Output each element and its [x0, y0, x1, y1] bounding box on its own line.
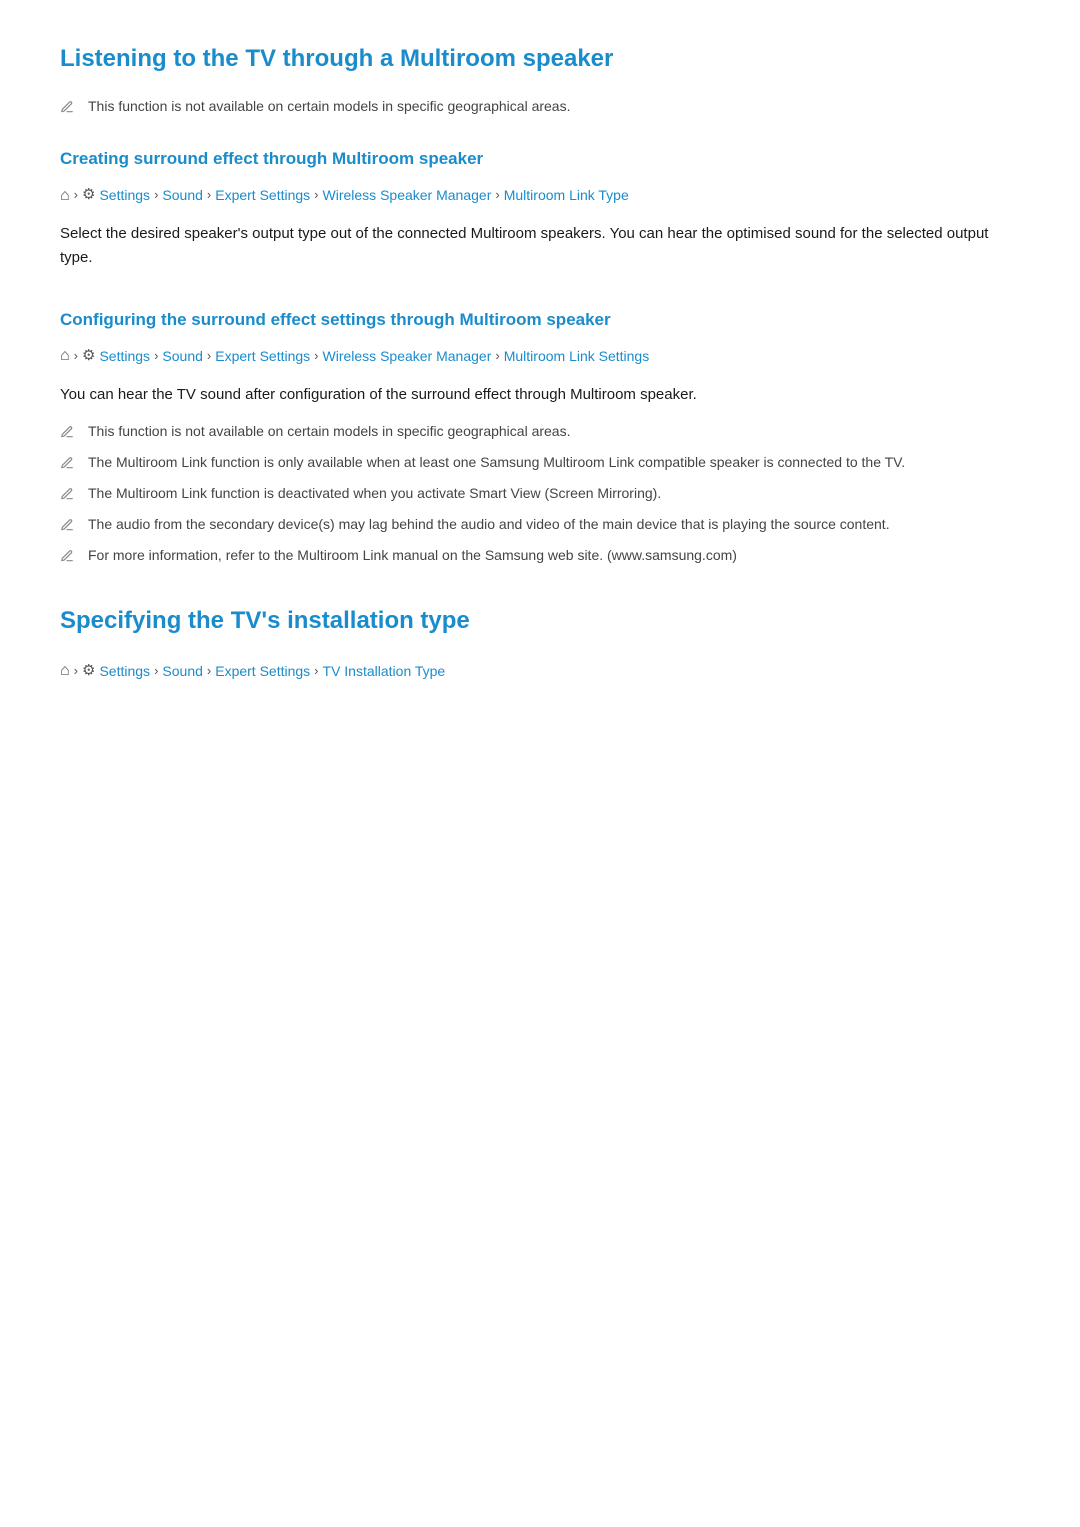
breadcrumb-sep4: ›	[314, 185, 318, 206]
breadcrumb-tv-installation-type[interactable]: TV Installation Type	[323, 660, 446, 682]
creating-surround-subsection: Creating surround effect through Multiro…	[60, 145, 1020, 270]
breadcrumb-sep3b: ›	[207, 346, 211, 367]
note-more-info: For more information, refer to the Multi…	[60, 545, 1020, 566]
note-more-info-text: For more information, refer to the Multi…	[88, 545, 737, 566]
installation-breadcrumb: ⌂ › ⚙ Settings › Sound › Expert Settings…	[60, 658, 1020, 684]
breadcrumb-sep5b: ›	[495, 346, 499, 367]
breadcrumb-expert-settings-3[interactable]: Expert Settings	[215, 660, 310, 682]
note-pencil-icon	[60, 98, 78, 116]
creating-surround-title: Creating surround effect through Multiro…	[60, 145, 1020, 172]
breadcrumb-sep3c: ›	[207, 661, 211, 682]
breadcrumb-sep2b: ›	[154, 346, 158, 367]
creating-surround-body: Select the desired speaker's output type…	[60, 222, 1020, 270]
configuring-surround-body: You can hear the TV sound after configur…	[60, 383, 1020, 407]
note-unavailable: This function is not available on certai…	[60, 421, 1020, 442]
note-lag: The audio from the secondary device(s) m…	[60, 514, 1020, 535]
listening-title: Listening to the TV through a Multiroom …	[60, 40, 1020, 78]
breadcrumb-settings-2[interactable]: Settings	[99, 345, 150, 367]
note-deactivated: The Multiroom Link function is deactivat…	[60, 483, 1020, 504]
breadcrumb-sep5: ›	[495, 185, 499, 206]
breadcrumb-settings-gear-icon-3: ⚙	[82, 659, 95, 683]
breadcrumb-sep1: ›	[74, 185, 78, 206]
breadcrumb-sound-3[interactable]: Sound	[162, 660, 202, 682]
breadcrumb-wireless-speaker-manager-2[interactable]: Wireless Speaker Manager	[323, 345, 492, 367]
breadcrumb-sep2: ›	[154, 185, 158, 206]
installation-section: Specifying the TV's installation type ⌂ …	[60, 602, 1020, 684]
note-pencil-icon-5	[60, 516, 78, 534]
creating-surround-breadcrumb: ⌂ › ⚙ Settings › Sound › Expert Settings…	[60, 183, 1020, 209]
breadcrumb-multiroom-link-type[interactable]: Multiroom Link Type	[504, 184, 629, 206]
note-availability: This function is not available on certai…	[60, 96, 1020, 117]
installation-title: Specifying the TV's installation type	[60, 602, 1020, 640]
breadcrumb-sep3: ›	[207, 185, 211, 206]
breadcrumb-sep4c: ›	[314, 661, 318, 682]
note-pencil-icon-4	[60, 485, 78, 503]
note-pencil-icon-6	[60, 547, 78, 565]
breadcrumb-sep4b: ›	[314, 346, 318, 367]
breadcrumb-sound-2[interactable]: Sound	[162, 345, 202, 367]
note-unavailable-text: This function is not available on certai…	[88, 421, 571, 442]
note-pencil-icon-3	[60, 454, 78, 472]
note-pencil-icon-2	[60, 423, 78, 441]
breadcrumb-settings-gear-icon: ⚙	[82, 183, 95, 207]
configuring-surround-breadcrumb: ⌂ › ⚙ Settings › Sound › Expert Settings…	[60, 343, 1020, 369]
breadcrumb-sep1c: ›	[74, 661, 78, 682]
note-deactivated-text: The Multiroom Link function is deactivat…	[88, 483, 661, 504]
configuring-surround-title: Configuring the surround effect settings…	[60, 306, 1020, 333]
configuring-surround-subsection: Configuring the surround effect settings…	[60, 306, 1020, 566]
breadcrumb-multiroom-link-settings[interactable]: Multiroom Link Settings	[504, 345, 650, 367]
breadcrumb-wireless-speaker-manager[interactable]: Wireless Speaker Manager	[323, 184, 492, 206]
breadcrumb-sep1b: ›	[74, 346, 78, 367]
note-multiroom-available-text: The Multiroom Link function is only avai…	[88, 452, 905, 473]
breadcrumb-home-icon-2[interactable]: ⌂	[60, 343, 70, 369]
note-multiroom-available: The Multiroom Link function is only avai…	[60, 452, 1020, 473]
breadcrumb-sound[interactable]: Sound	[162, 184, 202, 206]
breadcrumb-settings[interactable]: Settings	[99, 184, 150, 206]
breadcrumb-home-icon-3[interactable]: ⌂	[60, 658, 70, 684]
note-availability-text: This function is not available on certai…	[88, 96, 571, 117]
breadcrumb-expert-settings-2[interactable]: Expert Settings	[215, 345, 310, 367]
breadcrumb-expert-settings[interactable]: Expert Settings	[215, 184, 310, 206]
breadcrumb-home-icon[interactable]: ⌂	[60, 183, 70, 209]
breadcrumb-sep2c: ›	[154, 661, 158, 682]
listening-section: Listening to the TV through a Multiroom …	[60, 40, 1020, 566]
breadcrumb-settings-3[interactable]: Settings	[99, 660, 150, 682]
note-lag-text: The audio from the secondary device(s) m…	[88, 514, 890, 535]
breadcrumb-settings-gear-icon-2: ⚙	[82, 344, 95, 368]
